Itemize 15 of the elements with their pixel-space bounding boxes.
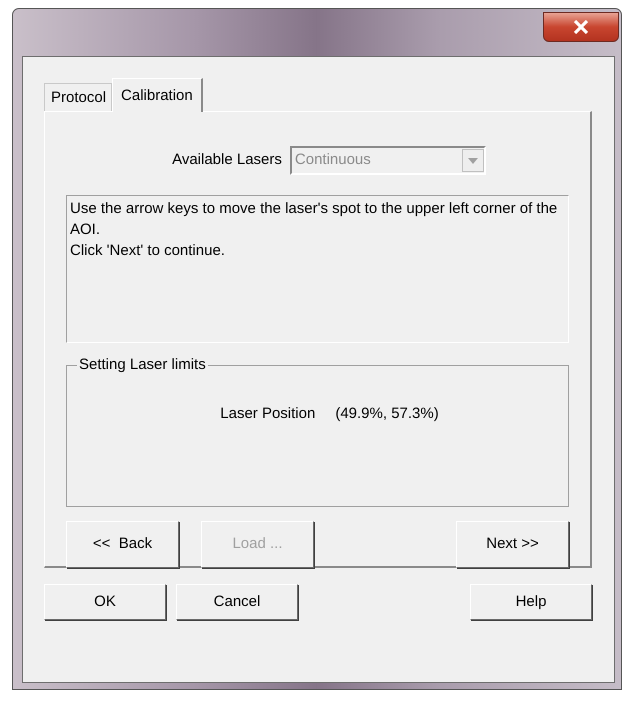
dialog-button[interactable]: OK (44, 584, 166, 620)
dialog-button[interactable]: Help (470, 584, 592, 620)
position-label: Laser Position (220, 404, 316, 424)
dialog-button[interactable]: Next >> (456, 521, 569, 568)
group-legend: Setting Laser limits (77, 355, 208, 375)
tab[interactable]: Protocol (44, 83, 112, 111)
dialog-button[interactable]: << Back (66, 521, 179, 568)
instructions-box: Use the arrow keys to move the laser's spot to the upper left corner of the AOI. Click 'Next' to continue. (66, 195, 569, 343)
close-button[interactable] (543, 12, 619, 42)
position-value: (49.9%, 57.3%) (335, 404, 439, 424)
dropdown-arrow-icon (468, 158, 478, 164)
close-icon (573, 20, 589, 34)
field-label: Available Lasers (172, 150, 282, 170)
tab[interactable]: Calibration (112, 78, 203, 112)
dialog-button[interactable]: Cancel (176, 584, 298, 620)
